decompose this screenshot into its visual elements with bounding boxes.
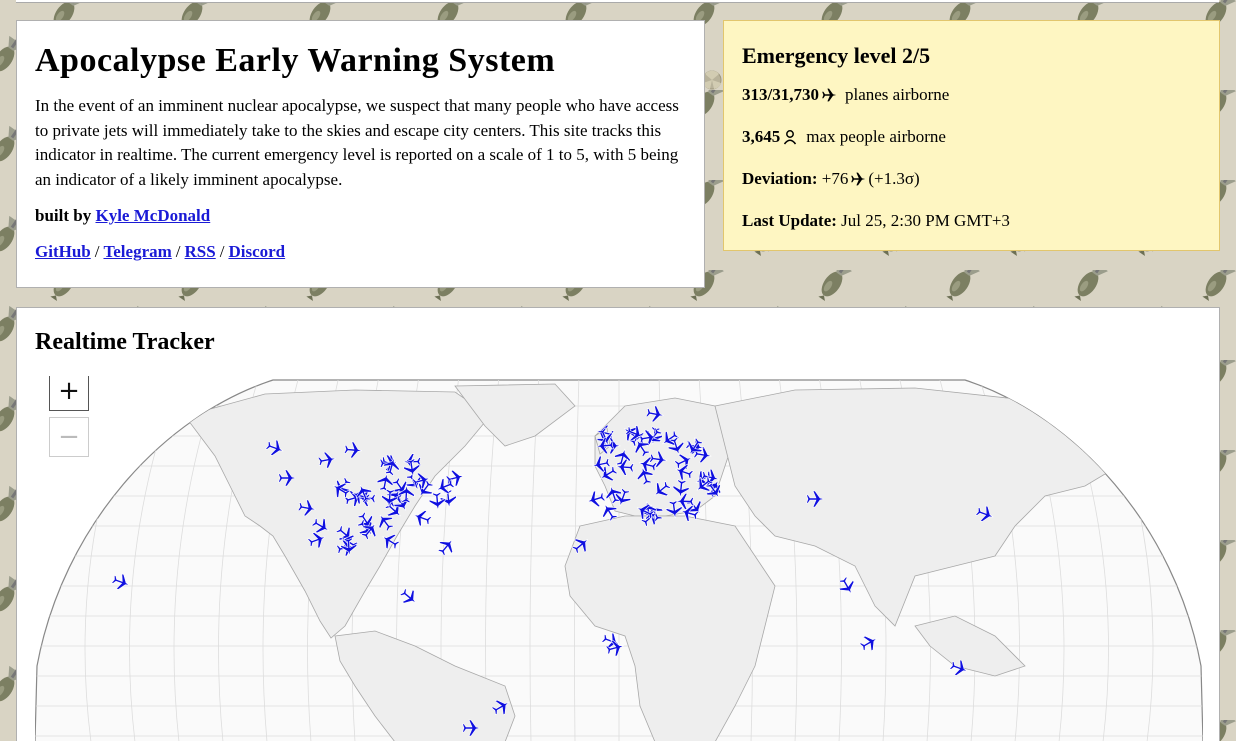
tracker-title: Realtime Tracker — [35, 329, 215, 355]
page-title: Apocalypse Early Warning System — [35, 42, 556, 79]
emergency-status-panel: Emergency level 2/5 313/31,730 planes ai… — [723, 20, 1220, 251]
last-update-label: Last Update: — [742, 211, 837, 230]
zoom-out-button[interactable]: − — [49, 417, 89, 457]
people-count: 3,645 — [742, 127, 781, 146]
plane-icon — [822, 88, 837, 102]
intro-panel: Apocalypse Early Warning System In the e… — [16, 20, 705, 288]
planes-airborne-row: 313/31,730 planes airborne — [742, 83, 1201, 107]
people-label: max people airborne — [806, 127, 946, 146]
zoom-in-button[interactable]: + — [49, 376, 89, 411]
top-strip — [16, 0, 1219, 3]
author-link[interactable]: Kyle McDonald — [95, 206, 210, 225]
link-separator: / — [94, 242, 100, 261]
github-link[interactable]: GitHub — [35, 242, 91, 261]
intro-description: In the event of an imminent nuclear apoc… — [35, 96, 679, 189]
built-by-label: built by — [35, 206, 92, 225]
emergency-level: Emergency level 2/5 — [742, 43, 931, 68]
link-separator: / — [219, 242, 225, 261]
planes-label: planes airborne — [844, 85, 950, 104]
last-update-row: Last Update: Jul 25, 2:30 PM GMT+3 — [742, 209, 1201, 233]
external-links: GitHub / Telegram / RSS / Discord — [35, 240, 686, 264]
last-update-value: Jul 25, 2:30 PM GMT+3 — [841, 211, 1010, 230]
deviation-value: +76 — [821, 169, 849, 188]
link-separator: / — [175, 242, 181, 261]
zoom-control: + − — [49, 376, 89, 457]
people-airborne-row: 3,645 max people airborne — [742, 125, 1201, 149]
tracker-panel: Realtime Tracker + − — [16, 307, 1220, 741]
plane-icon — [851, 172, 866, 186]
deviation-label: Deviation: — [742, 169, 818, 188]
deviation-sigma: (+1.3σ) — [868, 169, 920, 188]
rss-link[interactable]: RSS — [185, 242, 216, 261]
world-map[interactable]: + − — [35, 376, 1203, 741]
deviation-row: Deviation: +76 (+1.3σ) — [742, 167, 1201, 191]
map-canvas[interactable] — [35, 376, 1203, 741]
telegram-link[interactable]: Telegram — [103, 242, 171, 261]
built-by: built by Kyle McDonald — [35, 204, 686, 228]
discord-link[interactable]: Discord — [228, 242, 285, 261]
person-icon — [784, 130, 797, 145]
planes-count: 313/31,730 — [742, 85, 819, 104]
